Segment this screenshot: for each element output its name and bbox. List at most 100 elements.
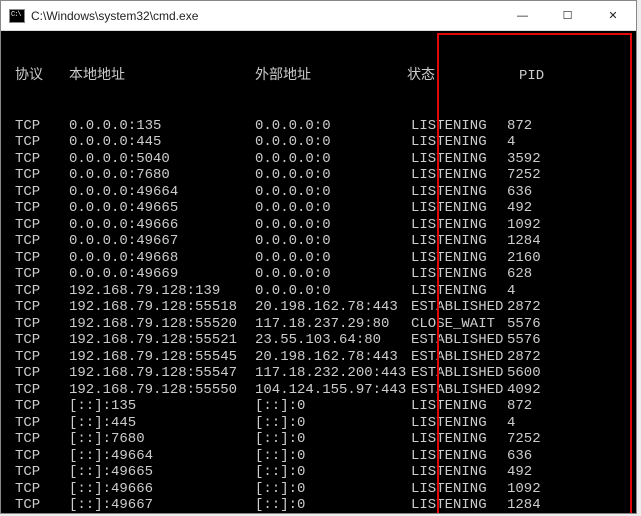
netstat-row: TCP0.0.0.0:50400.0.0.0:0LISTENING3592 xyxy=(1,151,636,168)
cell-pid: 628 xyxy=(507,266,561,283)
netstat-row: TCP0.0.0.0:496680.0.0.0:0LISTENING2160 xyxy=(1,250,636,267)
cell-foreign: 0.0.0.0:0 xyxy=(255,250,407,267)
minimize-button[interactable]: — xyxy=(500,1,545,30)
cell-local: 0.0.0.0:135 xyxy=(69,118,255,135)
cell-state: ESTABLISHED xyxy=(407,332,507,349)
window-title: C:\Windows\system32\cmd.exe xyxy=(31,9,500,23)
cell-proto: TCP xyxy=(15,233,69,250)
netstat-row: TCP192.168.79.128:5554520.198.162.78:443… xyxy=(1,349,636,366)
cell-local: 192.168.79.128:55547 xyxy=(69,365,255,382)
netstat-row: TCP[::]:49667[::]:0LISTENING1284 xyxy=(1,497,636,513)
cell-proto: TCP xyxy=(15,398,69,415)
cell-foreign: [::]:0 xyxy=(255,398,407,415)
cell-proto: TCP xyxy=(15,464,69,481)
netstat-row: TCP0.0.0.0:496650.0.0.0:0LISTENING492 xyxy=(1,200,636,217)
cell-local: [::]:49666 xyxy=(69,481,255,498)
cell-state: LISTENING xyxy=(407,266,507,283)
cell-state: LISTENING xyxy=(407,283,507,300)
cell-local: 0.0.0.0:49667 xyxy=(69,233,255,250)
cell-proto: TCP xyxy=(15,332,69,349)
header-pid: PID xyxy=(467,68,544,85)
cell-state: LISTENING xyxy=(407,415,507,432)
netstat-row: TCP[::]:49664[::]:0LISTENING636 xyxy=(1,448,636,465)
netstat-row: TCP0.0.0.0:496690.0.0.0:0LISTENING628 xyxy=(1,266,636,283)
cell-pid: 4 xyxy=(507,415,561,432)
cell-pid: 3592 xyxy=(507,151,561,168)
netstat-header: 协议 本地地址 外部地址 状态 PID xyxy=(1,68,636,85)
cell-local: 192.168.79.128:55550 xyxy=(69,382,255,399)
cell-local: 0.0.0.0:5040 xyxy=(69,151,255,168)
cell-proto: TCP xyxy=(15,184,69,201)
header-state: 状态 xyxy=(407,68,467,85)
cell-proto: TCP xyxy=(15,448,69,465)
cell-foreign: 20.198.162.78:443 xyxy=(255,349,407,366)
cell-proto: TCP xyxy=(15,382,69,399)
header-proto: 协议 xyxy=(15,68,69,85)
close-button[interactable]: ✕ xyxy=(590,1,636,30)
cell-foreign: 0.0.0.0:0 xyxy=(255,118,407,135)
cell-foreign: 0.0.0.0:0 xyxy=(255,217,407,234)
cell-state: LISTENING xyxy=(407,497,507,513)
cell-state: LISTENING xyxy=(407,184,507,201)
cell-state: ESTABLISHED xyxy=(407,299,507,316)
netstat-row: TCP0.0.0.0:496660.0.0.0:0LISTENING1092 xyxy=(1,217,636,234)
window-controls: — ☐ ✕ xyxy=(500,1,636,30)
cell-pid: 2160 xyxy=(507,250,561,267)
cell-state: CLOSE_WAIT xyxy=(407,316,507,333)
cell-proto: TCP xyxy=(15,134,69,151)
cell-proto: TCP xyxy=(15,431,69,448)
cell-pid: 5576 xyxy=(507,316,561,333)
netstat-row: TCP0.0.0.0:496670.0.0.0:0LISTENING1284 xyxy=(1,233,636,250)
terminal-body[interactable]: 协议 本地地址 外部地址 状态 PID TCP0.0.0.0:1350.0.0.… xyxy=(1,31,636,513)
cell-local: 0.0.0.0:49668 xyxy=(69,250,255,267)
cell-proto: TCP xyxy=(15,299,69,316)
cell-state: LISTENING xyxy=(407,217,507,234)
netstat-row: TCP192.168.79.128:1390.0.0.0:0LISTENING4 xyxy=(1,283,636,300)
cell-foreign: 0.0.0.0:0 xyxy=(255,151,407,168)
cell-state: ESTABLISHED xyxy=(407,349,507,366)
cell-foreign: 117.18.237.29:80 xyxy=(255,316,407,333)
cell-state: LISTENING xyxy=(407,167,507,184)
maximize-button[interactable]: ☐ xyxy=(545,1,590,30)
netstat-row: TCP192.168.79.128:5551820.198.162.78:443… xyxy=(1,299,636,316)
cell-pid: 872 xyxy=(507,118,561,135)
cell-pid: 492 xyxy=(507,464,561,481)
cell-local: [::]:49665 xyxy=(69,464,255,481)
netstat-row: TCP0.0.0.0:76800.0.0.0:0LISTENING7252 xyxy=(1,167,636,184)
cell-foreign: 0.0.0.0:0 xyxy=(255,233,407,250)
cell-local: 0.0.0.0:445 xyxy=(69,134,255,151)
header-local: 本地地址 xyxy=(69,68,255,85)
cell-foreign: [::]:0 xyxy=(255,481,407,498)
cell-proto: TCP xyxy=(15,349,69,366)
cell-foreign: 117.18.232.200:443 xyxy=(255,365,407,382)
netstat-row: TCP[::]:49665[::]:0LISTENING492 xyxy=(1,464,636,481)
cell-foreign: 104.124.155.97:443 xyxy=(255,382,407,399)
cell-state: LISTENING xyxy=(407,250,507,267)
cell-local: [::]:7680 xyxy=(69,431,255,448)
cell-foreign: [::]:0 xyxy=(255,448,407,465)
cell-state: LISTENING xyxy=(407,134,507,151)
cell-state: ESTABLISHED xyxy=(407,365,507,382)
cell-state: ESTABLISHED xyxy=(407,382,507,399)
netstat-row: TCP192.168.79.128:55547117.18.232.200:44… xyxy=(1,365,636,382)
cell-proto: TCP xyxy=(15,266,69,283)
cell-foreign: 23.55.103.64:80 xyxy=(255,332,407,349)
cell-foreign: 0.0.0.0:0 xyxy=(255,283,407,300)
netstat-rows: TCP0.0.0.0:1350.0.0.0:0LISTENING872TCP0.… xyxy=(1,118,636,514)
cell-local: 192.168.79.128:55520 xyxy=(69,316,255,333)
cell-state: LISTENING xyxy=(407,233,507,250)
cell-local: [::]:445 xyxy=(69,415,255,432)
cell-proto: TCP xyxy=(15,316,69,333)
cell-state: LISTENING xyxy=(407,151,507,168)
cell-proto: TCP xyxy=(15,283,69,300)
cell-pid: 1284 xyxy=(507,233,561,250)
netstat-row: TCP[::]:445[::]:0LISTENING4 xyxy=(1,415,636,432)
cell-pid: 1092 xyxy=(507,481,561,498)
cell-state: LISTENING xyxy=(407,398,507,415)
cell-pid: 7252 xyxy=(507,167,561,184)
titlebar[interactable]: C:\Windows\system32\cmd.exe — ☐ ✕ xyxy=(1,1,636,31)
cell-proto: TCP xyxy=(15,250,69,267)
cell-proto: TCP xyxy=(15,200,69,217)
cell-proto: TCP xyxy=(15,481,69,498)
cell-pid: 2872 xyxy=(507,299,561,316)
